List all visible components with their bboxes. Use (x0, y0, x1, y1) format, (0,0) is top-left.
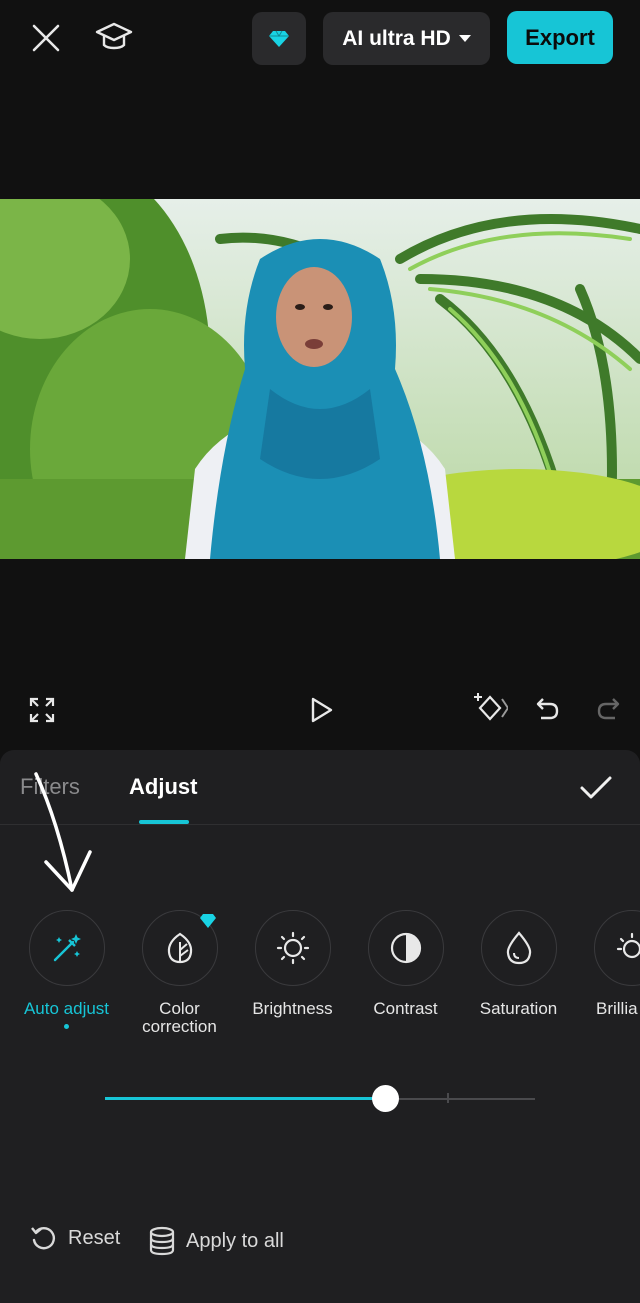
undo-icon (536, 698, 559, 720)
brilliance-icon (616, 932, 640, 959)
play-icon (311, 697, 333, 723)
slider-fill (105, 1097, 385, 1100)
fullscreen-button[interactable] (24, 692, 60, 728)
diamond-icon (269, 30, 289, 47)
fullscreen-icon (29, 697, 55, 723)
tool-contrast[interactable]: Contrast (349, 910, 462, 1018)
tool-color-correction[interactable]: Color correction (123, 910, 236, 1036)
playback-controls (0, 680, 640, 740)
reset-icon (31, 1227, 55, 1250)
leaf-icon (167, 932, 192, 964)
slider-default-tick (447, 1093, 449, 1103)
tool-saturation-label: Saturation (479, 999, 558, 1018)
add-keyframe-button[interactable] (470, 688, 510, 728)
top-bar: AI ultra HD Export (0, 0, 640, 80)
video-preview[interactable] (0, 199, 640, 559)
reset-button[interactable]: Reset (30, 1224, 120, 1252)
annotation-arrow-icon (34, 772, 92, 892)
confirm-button[interactable] (574, 766, 618, 810)
tool-brightness-circle (254, 910, 331, 986)
quality-label: AI ultra HD (342, 26, 451, 50)
tool-brilliance-circle (593, 910, 640, 986)
tutorial-button[interactable] (90, 16, 138, 60)
tool-brightness-label: Brightness (252, 999, 333, 1018)
tab-adjust[interactable]: Adjust (129, 774, 197, 800)
droplet-icon (506, 931, 531, 965)
tool-brightness[interactable]: Brightness (236, 910, 349, 1018)
redo-button[interactable] (590, 690, 626, 726)
stack-icon (149, 1226, 175, 1256)
tool-brilliance-label: Brillia (596, 999, 638, 1018)
tool-contrast-label: Contrast (373, 999, 438, 1018)
slider-handle[interactable] (371, 1085, 399, 1112)
export-button[interactable]: Export (507, 11, 613, 64)
close-icon (32, 24, 60, 52)
graduation-cap-icon (95, 22, 133, 50)
redo-icon (597, 698, 620, 720)
apply-to-all-label: Apply to all (186, 1229, 284, 1252)
reset-label: Reset (68, 1226, 121, 1249)
pro-button[interactable] (252, 12, 306, 65)
sun-icon (276, 931, 309, 965)
undo-button[interactable] (530, 690, 566, 726)
pro-diamond-icon (200, 914, 216, 928)
magic-wand-icon (53, 934, 81, 962)
tool-auto-adjust-label: Auto adjust (23, 999, 110, 1018)
tool-auto-adjust[interactable]: Auto adjust (10, 910, 123, 1029)
active-tab-indicator (139, 820, 189, 824)
close-button[interactable] (24, 16, 68, 60)
contrast-icon (390, 932, 421, 964)
active-tool-dot (64, 1024, 69, 1029)
quality-selector[interactable]: AI ultra HD (323, 12, 490, 65)
tool-auto-adjust-circle (28, 910, 105, 986)
play-button[interactable] (302, 690, 342, 730)
tool-saturation[interactable]: Saturation (462, 910, 575, 1018)
tool-contrast-circle (367, 910, 444, 986)
tool-saturation-circle (480, 910, 557, 986)
caret-down-icon (458, 34, 471, 42)
keyframe-add-icon (474, 693, 508, 721)
tool-brilliance[interactable]: Brillia (575, 910, 640, 1018)
checkmark-icon (580, 776, 612, 799)
apply-to-all-button[interactable]: Apply to all (148, 1226, 284, 1256)
video-frame-image (0, 199, 640, 559)
tool-color-correction-label: Color correction (142, 999, 217, 1036)
adjust-slider[interactable] (105, 1085, 535, 1112)
